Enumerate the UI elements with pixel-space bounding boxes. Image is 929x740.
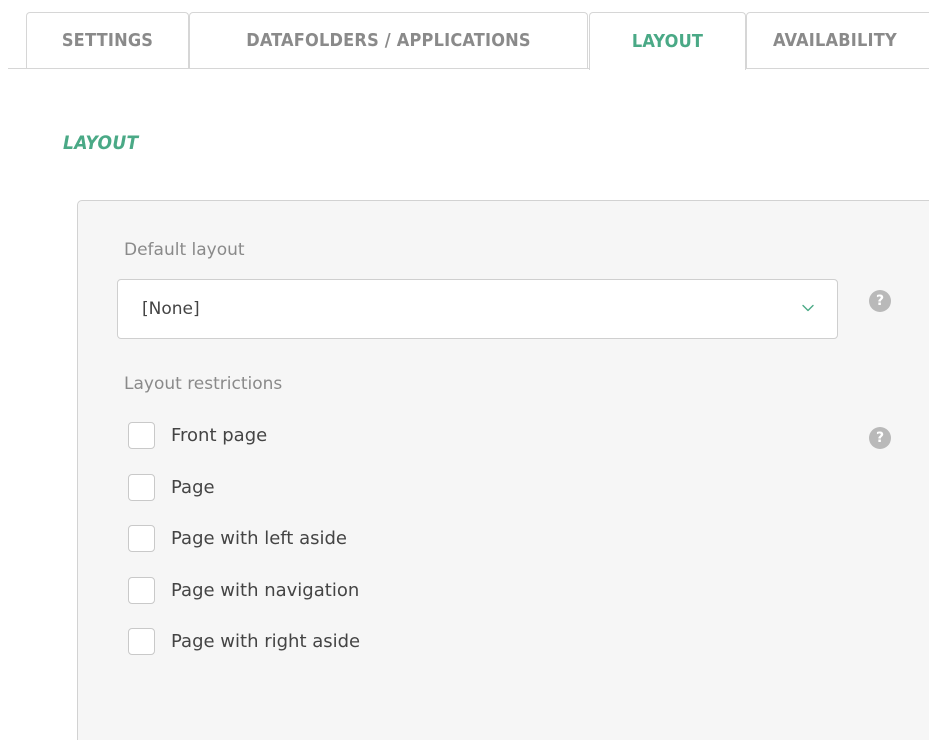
checkbox-row-front-page[interactable]: Front page: [128, 421, 267, 449]
checkbox-row-page-with-right-aside[interactable]: Page with right aside: [128, 627, 360, 655]
checkbox[interactable]: [128, 524, 155, 552]
default-layout-select[interactable]: [None]: [117, 279, 838, 339]
checkbox[interactable]: [128, 627, 155, 655]
checkbox-row-page-with-left-aside[interactable]: Page with left aside: [128, 524, 347, 552]
question-circle-icon[interactable]: ?: [869, 427, 891, 449]
checkbox-row-page[interactable]: Page: [128, 473, 215, 501]
tab-layout[interactable]: LAYOUT: [589, 12, 746, 70]
checkbox-label: Front page: [171, 424, 268, 446]
default-layout-label: Default layout: [124, 240, 245, 260]
tab-availability[interactable]: AVAILABILITY: [746, 12, 929, 68]
section-title: LAYOUT: [63, 132, 139, 154]
checkbox-label: Page: [171, 476, 215, 498]
checkbox-label: Page with left aside: [171, 527, 347, 549]
checkbox-label: Page with navigation: [171, 579, 360, 601]
page: SETTINGS DATAFOLDERS / APPLICATIONS LAYO…: [0, 0, 929, 740]
tab-settings[interactable]: SETTINGS: [26, 12, 189, 68]
question-circle-icon[interactable]: ?: [869, 290, 891, 312]
tab-bar-divider: [8, 68, 929, 69]
layout-restrictions-label: Layout restrictions: [124, 374, 283, 394]
chevron-down-icon: [802, 304, 814, 312]
checkbox[interactable]: [128, 421, 155, 449]
default-layout-value: [None]: [142, 299, 200, 319]
tab-datafolders-applications[interactable]: DATAFOLDERS / APPLICATIONS: [189, 12, 588, 68]
checkbox-label: Page with right aside: [171, 630, 361, 652]
checkbox[interactable]: [128, 576, 155, 604]
tab-bar: SETTINGS DATAFOLDERS / APPLICATIONS LAYO…: [0, 0, 929, 70]
checkbox[interactable]: [128, 473, 155, 501]
checkbox-row-page-with-navigation[interactable]: Page with navigation: [128, 576, 359, 604]
